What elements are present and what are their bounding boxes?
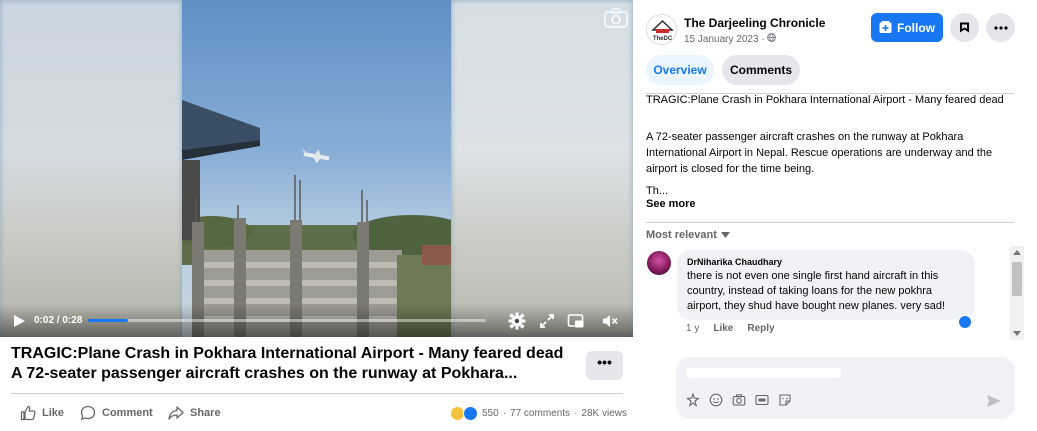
globe-icon [767, 33, 777, 42]
gif-icon[interactable] [755, 393, 769, 407]
current-time: 0:02 [34, 315, 55, 326]
video-progress-bar[interactable] [88, 319, 486, 322]
comment-button[interactable]: Comment [80, 405, 153, 421]
comment-label: Comment [102, 407, 153, 419]
comment-like-button[interactable]: Like [713, 323, 733, 334]
share-label: Share [190, 407, 221, 419]
reaction-count[interactable]: 550 [482, 408, 499, 419]
sticker-icon[interactable] [778, 393, 792, 407]
post-date: 15 January 2023 · [684, 33, 777, 45]
play-icon[interactable] [12, 314, 26, 328]
like-reaction-icon [463, 406, 478, 421]
description-headline: TRAGIC:Plane Crash in Pokhara Internatio… [646, 94, 1004, 106]
commenter-name[interactable]: DrNiharika Chaudhary [687, 257, 965, 267]
see-more-link[interactable]: See more [646, 198, 696, 210]
comment-meta: 1 y Like Reply [686, 323, 775, 334]
tab-overview[interactable]: Overview [646, 55, 714, 85]
comment-input[interactable] [686, 365, 986, 383]
share-icon [168, 406, 184, 420]
avatar-sticker-icon[interactable] [686, 393, 700, 407]
comment-like-reaction-icon [958, 315, 972, 329]
share-button[interactable]: Share [168, 405, 221, 421]
post-stats: 550 · 77 comments · 28K views [450, 406, 627, 421]
settings-icon[interactable] [508, 312, 526, 330]
bookmark-icon [960, 22, 969, 33]
time-separator: / [56, 315, 60, 326]
scroll-up-arrow-icon[interactable] [1013, 250, 1021, 255]
like-button[interactable]: Like [20, 405, 64, 421]
tab-comments[interactable]: Comments [722, 55, 800, 85]
video-blur-left [0, 0, 182, 337]
post-title-line2: A 72-seater passenger aircraft crashes o… [11, 365, 518, 382]
page-avatar[interactable]: TheDC [646, 14, 677, 45]
video-frame [182, 0, 451, 337]
stats-dot: · [502, 408, 507, 419]
composer-tools [686, 393, 792, 407]
volume-muted-icon[interactable] [601, 312, 619, 330]
page-name[interactable]: The Darjeeling Chronicle [684, 16, 825, 30]
scroll-down-arrow-icon[interactable] [1013, 331, 1021, 336]
comment-sort-dropdown[interactable]: Most relevant [646, 229, 730, 241]
description-body: A 72-seater passenger aircraft crashes o… [646, 131, 993, 175]
comments-scrollbar[interactable] [1010, 246, 1024, 340]
description-truncated: Th... [646, 185, 669, 197]
camera-icon[interactable] [604, 8, 628, 28]
like-label: Like [42, 407, 65, 419]
follow-icon [879, 21, 892, 33]
date-text[interactable]: 15 January 2023 [684, 34, 759, 45]
expand-icon[interactable] [538, 312, 556, 330]
ellipsis-icon [993, 25, 1008, 30]
comment-icon [80, 405, 96, 421]
logo-text: TheDC [653, 36, 673, 42]
video-player[interactable]: 0:02 / 0:28 [0, 0, 633, 337]
video-blur-right [451, 0, 633, 337]
page-logo: TheDC [651, 19, 674, 42]
video-time: 0:02 / 0:28 [34, 315, 82, 326]
follow-button[interactable]: Follow [871, 13, 943, 42]
more-options-button[interactable]: ••• [586, 351, 623, 380]
follow-label: Follow [897, 20, 935, 35]
video-progress-fill [88, 319, 128, 322]
emoji-icon[interactable] [709, 393, 723, 407]
scrollbar-thumb[interactable] [1012, 262, 1022, 296]
comment-composer [676, 357, 1015, 419]
view-count: 28K views [581, 408, 627, 419]
duration: 0:28 [62, 315, 83, 326]
send-icon[interactable] [986, 393, 1002, 409]
commenter-avatar[interactable] [647, 251, 671, 275]
save-button[interactable] [950, 13, 979, 42]
video-controls: 0:02 / 0:28 [0, 304, 633, 337]
comment-text: there is not even one single first hand … [687, 270, 946, 312]
thumbs-up-icon [20, 405, 36, 421]
camera-icon[interactable] [732, 393, 746, 407]
comment-age[interactable]: 1 y [686, 323, 699, 334]
divider [11, 393, 623, 394]
stats-dot: · [574, 408, 578, 419]
divider [646, 222, 1014, 223]
post-title: TRAGIC:Plane Crash in Pokhara Internatio… [11, 344, 571, 384]
post-title-line1: TRAGIC:Plane Crash in Pokhara Internatio… [11, 345, 564, 362]
picture-in-picture-icon[interactable] [567, 312, 585, 330]
comment-bubble: DrNiharika Chaudhary there is not even o… [677, 250, 975, 320]
comment-count[interactable]: 77 comments [510, 408, 570, 419]
comment-reply-button[interactable]: Reply [747, 323, 774, 334]
sort-label: Most relevant [646, 229, 717, 241]
more-options-button-panel[interactable] [986, 13, 1015, 42]
caret-down-icon [720, 232, 730, 238]
